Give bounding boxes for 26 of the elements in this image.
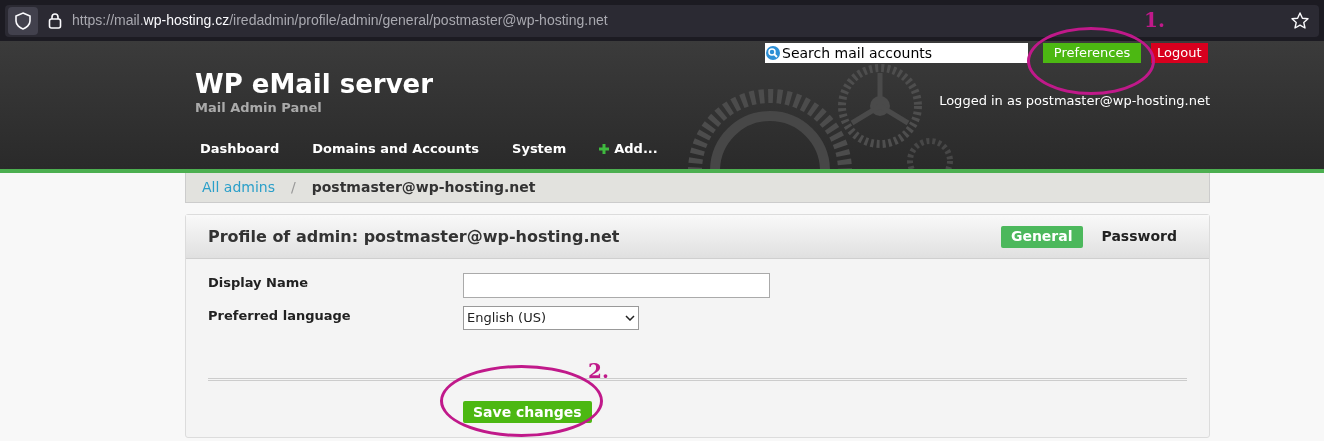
nav-link[interactable]: System [512, 139, 567, 159]
annotation-number: 2. [588, 358, 609, 385]
site-title: WP eMail server [195, 68, 434, 100]
nav-link[interactable]: Domains and Accounts [312, 139, 480, 159]
annotation-number: 1. [1144, 7, 1165, 34]
text-field[interactable] [463, 273, 770, 298]
nav-link[interactable]: Add... [599, 139, 658, 159]
breadcrumb-current: postmaster@wp-hosting.net [311, 178, 536, 197]
url-text: https://mail.wp-hosting.cz/iredadmin/profile/admin/general/postmaster@wp-hosting.net [72, 11, 608, 30]
chevron-down-icon [625, 315, 635, 321]
site-subtitle: Mail Admin Panel [195, 100, 323, 115]
field-label: Preferred language [208, 307, 352, 325]
tab[interactable]: Password [1091, 225, 1187, 248]
logout-button[interactable]: Logout [1151, 43, 1208, 63]
language-select[interactable]: English (US) [463, 306, 639, 330]
field-label: Display Name [208, 274, 310, 292]
nav-link[interactable]: Dashboard [200, 139, 280, 159]
breadcrumb-separator: / [290, 178, 296, 197]
panel-title: Profile of admin: postmaster@wp-hosting.net [208, 225, 620, 248]
search-icon [765, 43, 781, 63]
shield-icon[interactable] [15, 11, 31, 30]
search-field[interactable]: Search mail accounts [781, 43, 1028, 63]
logged-in-text: Logged in as postmaster@wp-hosting.net [939, 92, 1210, 110]
lock-icon [48, 12, 62, 29]
plus-icon [599, 143, 610, 154]
bookmark-star-icon[interactable] [1291, 12, 1309, 29]
